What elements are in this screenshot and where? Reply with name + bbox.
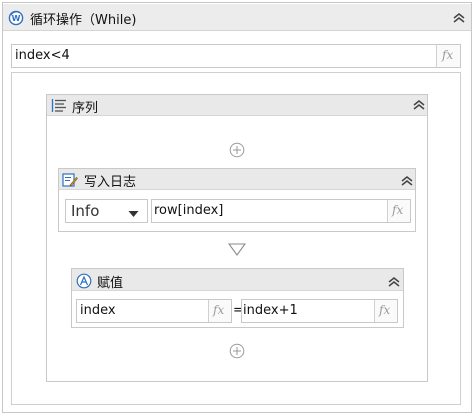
log-message-value[interactable]: row[index] [154, 203, 223, 218]
fx-icon: fx [379, 303, 391, 317]
fx-icon: fx [392, 203, 404, 217]
sequence-title: 序列 [72, 101, 99, 116]
flow-arrow-icon [227, 243, 247, 260]
log-level-value[interactable]: Info [71, 202, 99, 220]
while-title: 循环操作（While) [30, 13, 137, 28]
add-activity-icon[interactable] [229, 343, 245, 363]
assign-collapse-icon[interactable] [387, 277, 401, 287]
condition-expression-button[interactable]: fx [436, 45, 460, 67]
add-activity-icon[interactable] [229, 142, 245, 162]
condition-value[interactable]: index<4 [15, 48, 70, 63]
while-icon: W [8, 10, 24, 30]
condition-input[interactable] [11, 44, 461, 68]
dropdown-arrow-icon[interactable] [128, 207, 139, 222]
assign-value[interactable]: index+1 [243, 303, 298, 318]
assign-icon [76, 273, 92, 293]
sequence-activity[interactable] [46, 94, 428, 382]
while-collapse-icon[interactable] [452, 13, 466, 23]
log-expression-button[interactable]: fx [387, 200, 410, 222]
sequence-icon [51, 98, 67, 117]
sequence-header[interactable] [47, 95, 427, 116]
fx-icon: fx [442, 48, 454, 62]
svg-text:W: W [12, 14, 21, 23]
assign-to-expression-button[interactable]: fx [208, 300, 231, 322]
assign-value-expression-button[interactable]: fx [374, 300, 397, 322]
assign-title: 赋值 [97, 276, 124, 291]
assign-to-value[interactable]: index [80, 303, 116, 318]
log-message-title: 写入日志 [84, 175, 137, 190]
sequence-collapse-icon[interactable] [412, 100, 426, 110]
log-message-icon [62, 172, 78, 192]
fx-icon: fx [213, 303, 225, 317]
log-collapse-icon[interactable] [400, 176, 414, 186]
